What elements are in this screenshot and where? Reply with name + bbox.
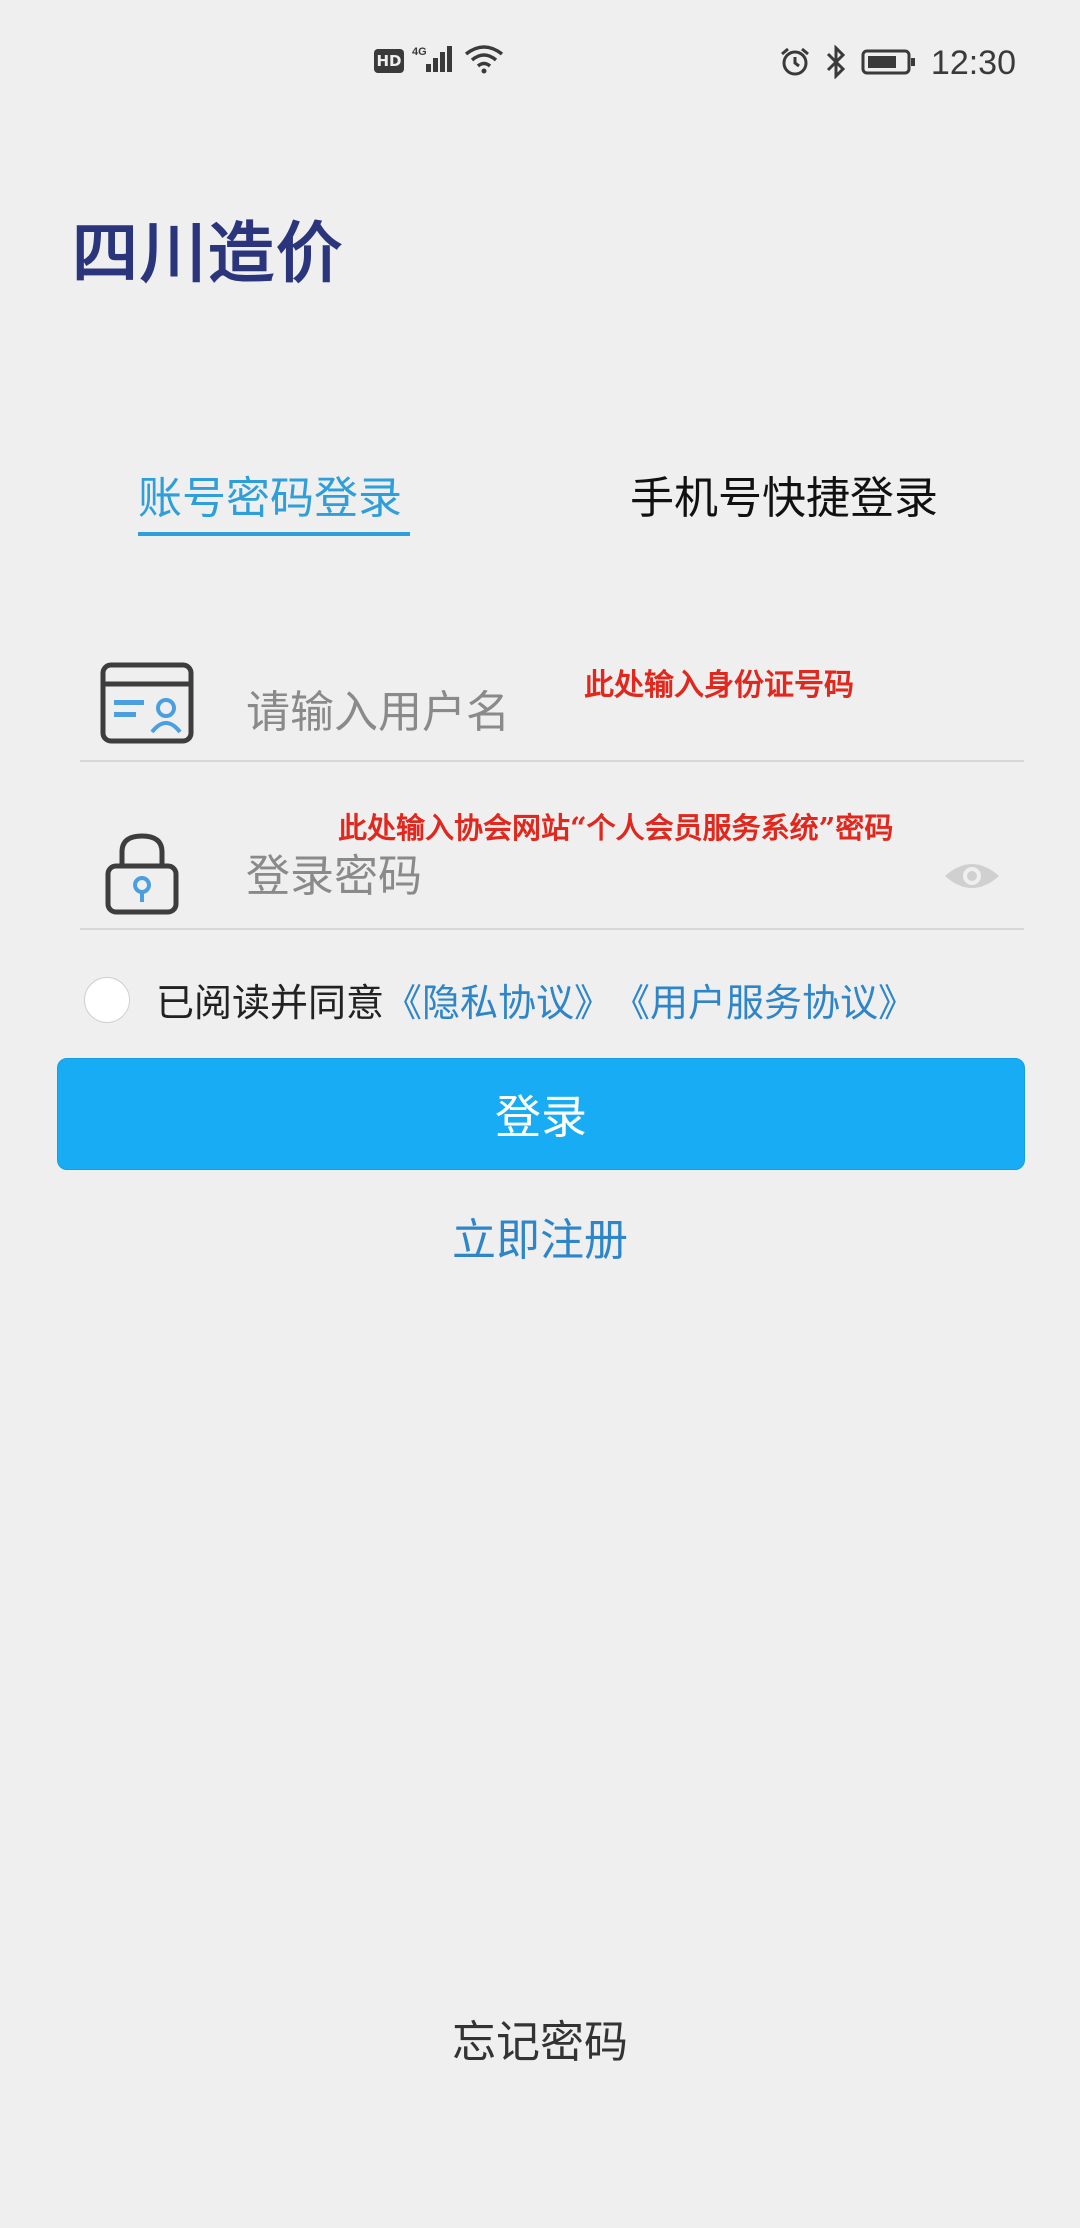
- username-annotation: 此处输入身份证号码: [584, 668, 854, 703]
- login-button[interactable]: 登录: [57, 1058, 1025, 1170]
- network-type-label: 4G: [412, 46, 427, 58]
- tab-phone-quick-login[interactable]: 手机号快捷登录: [630, 462, 938, 526]
- login-screen: HD 4G 12:30 四川造价 账号密码登录 手机号快捷登录 请输入用户名 此…: [0, 0, 1080, 2228]
- lock-icon: [100, 830, 184, 920]
- active-tab-indicator: [138, 532, 410, 536]
- status-bar: HD 4G 12:30: [0, 0, 1080, 125]
- agreement-prefix: 已阅读并同意: [156, 981, 385, 1025]
- tab-account-password-login[interactable]: 账号密码登录: [138, 462, 402, 526]
- status-time: 12:30: [930, 44, 1016, 82]
- bluetooth-icon: [825, 43, 847, 83]
- agreement-row: 已阅读并同意 《隐私协议》 《用户服务协议》: [84, 972, 916, 1027]
- app-title: 四川造价: [72, 215, 344, 292]
- password-annotation: 此处输入协会网站“个人会员服务系统”密码: [338, 811, 894, 845]
- forgot-password-link[interactable]: 忘记密码: [0, 2006, 1080, 2070]
- agreement-checkbox[interactable]: [84, 976, 130, 1023]
- status-left: HD 4G: [374, 44, 504, 78]
- user-service-agreement-link[interactable]: 《用户服务协议》: [612, 972, 916, 1027]
- battery-icon: [861, 48, 917, 80]
- username-row: [80, 650, 1024, 762]
- eye-icon[interactable]: [942, 858, 1002, 898]
- password-input[interactable]: [244, 840, 808, 912]
- status-right: 12:30: [779, 43, 1016, 83]
- cellular-signal-icon: 4G: [412, 44, 456, 78]
- hd-badge: HD: [374, 49, 404, 73]
- register-link[interactable]: 立即注册: [0, 1204, 1080, 1268]
- wifi-icon: [464, 44, 504, 78]
- id-card-icon: [100, 662, 194, 748]
- alarm-icon: [779, 46, 811, 82]
- privacy-policy-link[interactable]: 《隐私协议》: [384, 972, 612, 1027]
